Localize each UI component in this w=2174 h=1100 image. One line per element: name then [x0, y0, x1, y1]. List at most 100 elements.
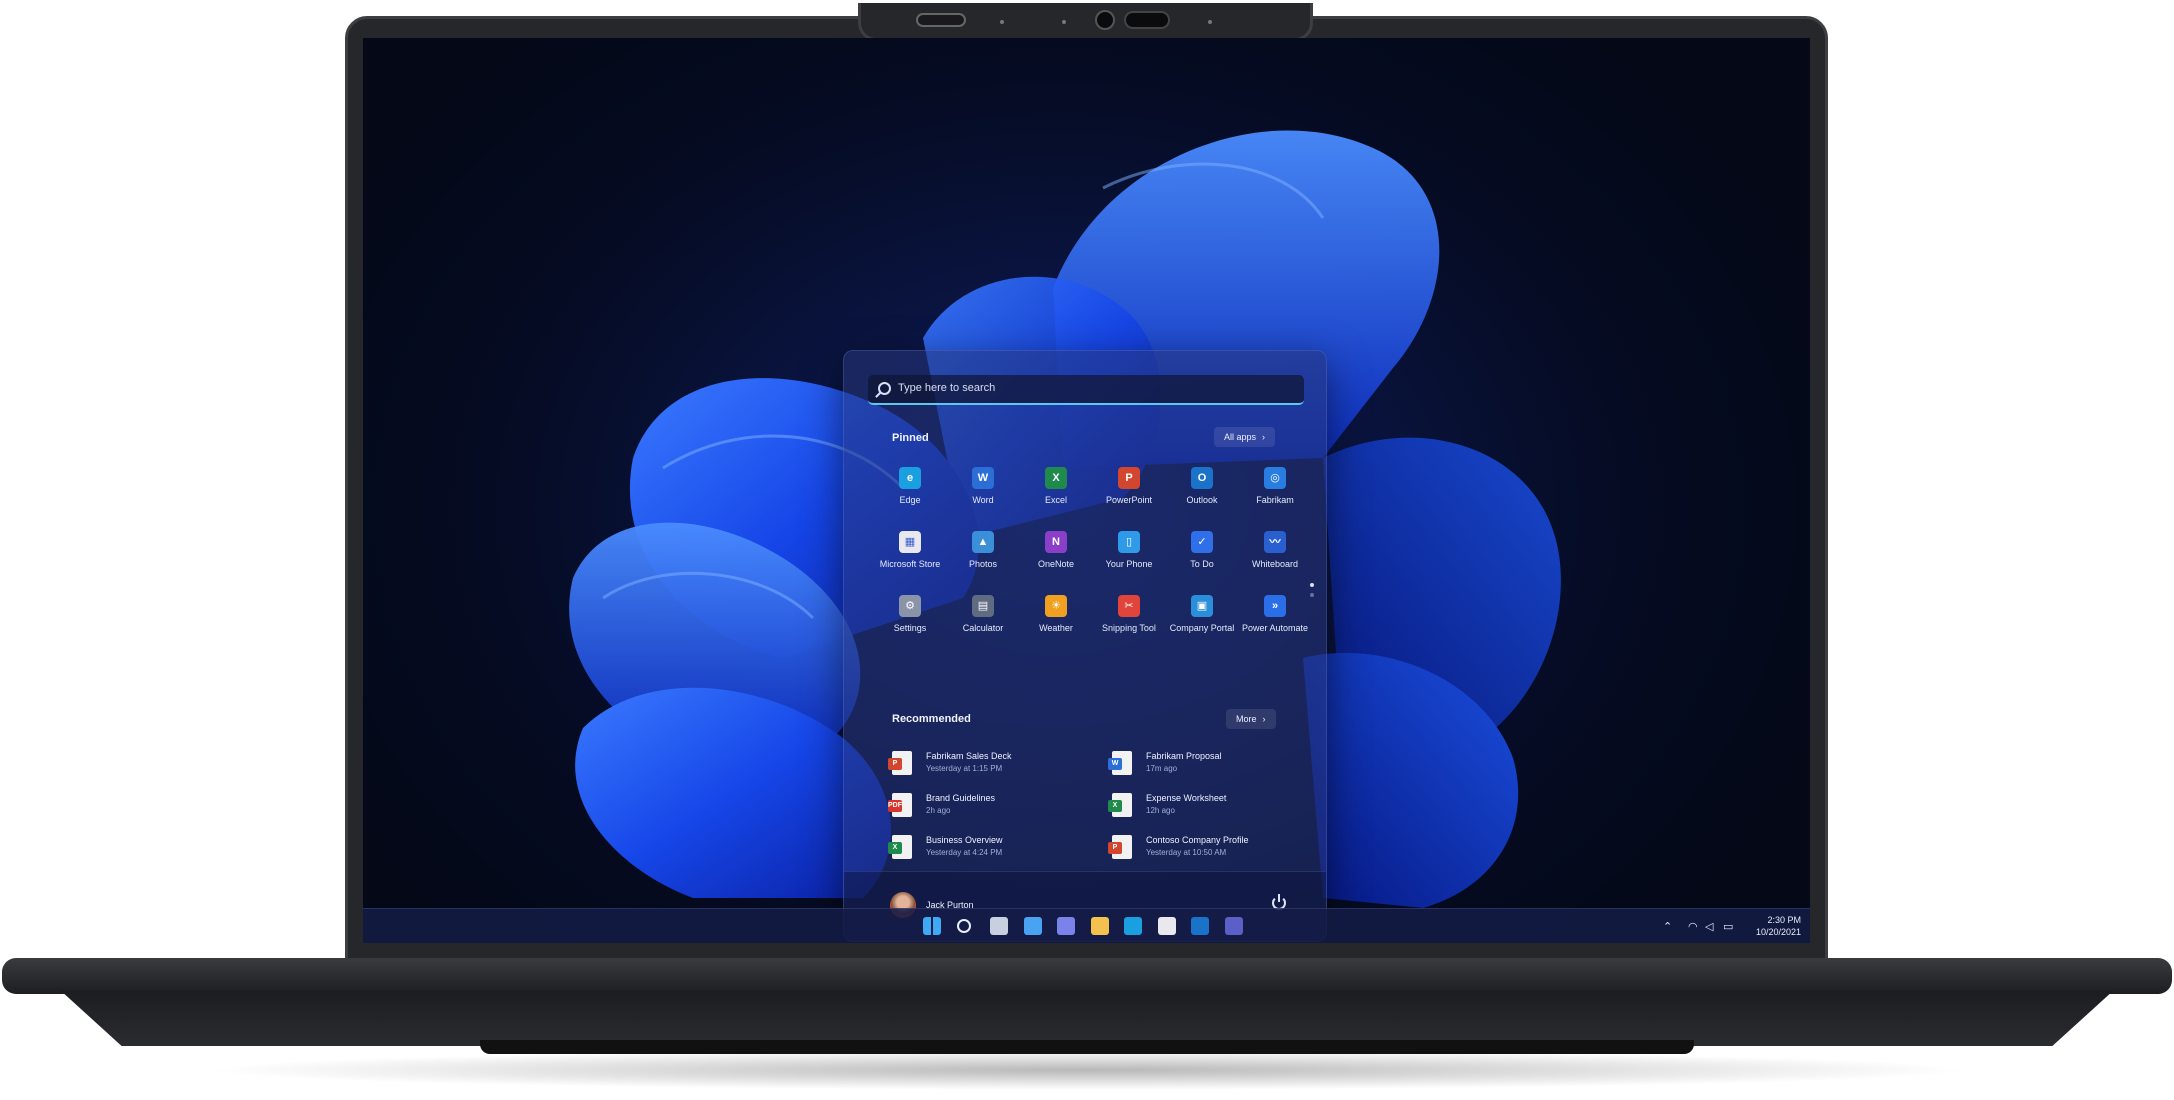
recommended-item-name: Fabrikam Sales Deck — [926, 751, 1012, 761]
pinned-app-onenote[interactable]: N OneNote — [1020, 527, 1092, 587]
taskbar-edge-icon[interactable] — [1124, 917, 1142, 935]
taskbar-start-icon[interactable] — [923, 917, 941, 935]
pinned-app-microsoft-store[interactable]: ▦ Microsoft Store — [874, 527, 946, 587]
photos-icon: ▲ — [972, 531, 994, 553]
page-indicator-dot[interactable] — [1310, 593, 1314, 597]
snipping-tool-icon: ✂ — [1118, 595, 1140, 617]
powerpoint-file-icon: P — [888, 751, 912, 775]
recommended-item-name: Business Overview — [926, 835, 1003, 845]
phone-icon: ▯ — [1118, 531, 1140, 553]
laptop-base — [2, 958, 2172, 994]
pinned-app-label: Power Automate — [1241, 623, 1309, 633]
whiteboard-icon: 〰 — [1264, 531, 1286, 553]
recommended-item[interactable]: PDF Brand Guidelines 2h ago — [888, 791, 1102, 825]
recommended-item[interactable]: P Contoso Company Profile Yesterday at 10:… — [1108, 833, 1322, 867]
pinned-app-your-phone[interactable]: ▯ Your Phone — [1093, 527, 1165, 587]
outlook-icon: O — [1191, 467, 1213, 489]
taskbar-task-view-icon[interactable] — [990, 917, 1008, 935]
battery-icon[interactable]: ▭ — [1723, 920, 1733, 933]
calculator-icon: ▤ — [972, 595, 994, 617]
pinned-app-label: Photos — [968, 559, 998, 569]
pinned-app-excel[interactable]: X Excel — [1020, 463, 1092, 523]
chevron-right-icon: › — [1262, 714, 1266, 724]
file-type-badge: W — [1108, 758, 1122, 770]
pinned-app-label: Whiteboard — [1251, 559, 1299, 569]
pinned-app-label: Your Phone — [1105, 559, 1153, 569]
powerpoint-icon: P — [1118, 467, 1140, 489]
taskbar-outlook-icon[interactable] — [1191, 917, 1209, 935]
chevron-up-icon[interactable]: ⌃ — [1663, 920, 1672, 933]
pinned-app-label: Company Portal — [1169, 623, 1235, 633]
laptop-shadow — [200, 1050, 1974, 1090]
recommended-item-time: Yesterday at 10:50 AM — [1146, 848, 1227, 857]
chevron-right-icon: › — [1262, 432, 1266, 442]
volume-icon[interactable]: ◁ — [1705, 920, 1713, 933]
file-type-badge: X — [1108, 800, 1122, 812]
edge-icon: e — [899, 467, 921, 489]
pinned-app-word[interactable]: W Word — [947, 463, 1019, 523]
taskbar: ⌃ ◠ ◁ ▭ 2:30 PM 10/20/2021 — [363, 908, 1810, 943]
fabrikam-icon: ◎ — [1264, 467, 1286, 489]
onenote-icon: N — [1045, 531, 1067, 553]
recommended-item[interactable]: P Fabrikam Sales Deck Yesterday at 1:15 PM — [888, 749, 1102, 783]
company-portal-icon: ▣ — [1191, 595, 1213, 617]
pinned-app-label: Weather — [1039, 623, 1073, 633]
taskbar-store-icon[interactable] — [1157, 917, 1176, 935]
sensor-dot — [1062, 20, 1066, 24]
recommended-item[interactable]: X Business Overview Yesterday at 4:24 PM — [888, 833, 1102, 867]
recommended-item-time: Yesterday at 4:24 PM — [926, 848, 1003, 857]
clock-time[interactable]: 2:30 PM — [1753, 915, 1801, 925]
file-type-badge: X — [888, 842, 902, 854]
excel-icon: X — [1045, 467, 1067, 489]
pinned-app-fabrikam[interactable]: ◎ Fabrikam — [1239, 463, 1311, 523]
more-button[interactable]: More › — [1226, 709, 1276, 729]
pinned-app-edge[interactable]: e Edge — [874, 463, 946, 523]
taskbar-search-icon[interactable] — [956, 919, 971, 933]
store-icon: ▦ — [899, 531, 921, 553]
recommended-item-name: Fabrikam Proposal — [1146, 751, 1222, 761]
pinned-app-outlook[interactable]: O Outlook — [1166, 463, 1238, 523]
taskbar-file-explorer-icon[interactable] — [1090, 917, 1109, 935]
pinned-app-whiteboard[interactable]: 〰 Whiteboard — [1239, 527, 1311, 587]
settings-icon: ⚙ — [899, 595, 921, 617]
recommended-item[interactable]: X Expense Worksheet 12h ago — [1108, 791, 1322, 825]
ir-sensor — [1124, 11, 1170, 29]
recommended-item-time: 12h ago — [1146, 806, 1175, 815]
power-automate-icon: » — [1264, 595, 1286, 617]
pinned-app-label: Outlook — [1186, 495, 1218, 505]
pdf-file-icon: PDF — [888, 793, 912, 817]
pinned-app-to-do[interactable]: ✓ To Do — [1166, 527, 1238, 587]
all-apps-button[interactable]: All apps › — [1214, 427, 1276, 447]
sensor-dot — [1000, 20, 1004, 24]
laptop-base-front — [60, 990, 2114, 1046]
excel-file-icon: X — [888, 835, 912, 859]
pinned-app-calculator[interactable]: ▤ Calculator — [947, 591, 1019, 651]
pinned-app-photos[interactable]: ▲ Photos — [947, 527, 1019, 587]
clock-date[interactable]: 10/20/2021 — [1753, 927, 1801, 937]
taskbar-teams-chat-icon[interactable] — [1057, 917, 1075, 935]
wifi-icon[interactable]: ◠ — [1688, 920, 1698, 933]
pinned-app-company-portal[interactable]: ▣ Company Portal — [1166, 591, 1238, 651]
page-indicator-dot[interactable] — [1310, 583, 1314, 587]
search-icon — [878, 382, 891, 395]
taskbar-teams-icon[interactable] — [1224, 917, 1243, 935]
pinned-app-powerpoint[interactable]: P PowerPoint — [1093, 463, 1165, 523]
pinned-app-weather[interactable]: ☀ Weather — [1020, 591, 1092, 651]
taskbar-widgets-icon[interactable] — [1023, 917, 1042, 935]
webcam-lens — [1095, 10, 1115, 30]
recommended-item-time: 17m ago — [1146, 764, 1178, 773]
excel-file-icon: X — [1108, 793, 1132, 817]
pinned-app-label: PowerPoint — [1105, 495, 1153, 505]
word-file-icon: W — [1108, 751, 1132, 775]
powerpoint-file-icon: P — [1108, 835, 1132, 859]
recommended-title: Recommended — [892, 713, 971, 725]
recommended-item-name: Contoso Company Profile — [1146, 835, 1249, 845]
pinned-app-power-automate[interactable]: » Power Automate — [1239, 591, 1311, 651]
search-box[interactable]: Type here to search — [868, 375, 1304, 405]
pinned-app-label: To Do — [1190, 559, 1214, 569]
search-input[interactable]: Type here to search — [898, 382, 995, 394]
pinned-app-snipping-tool[interactable]: ✂ Snipping Tool — [1093, 591, 1165, 651]
recommended-item[interactable]: W Fabrikam Proposal 17m ago — [1108, 749, 1322, 783]
pinned-app-settings[interactable]: ⚙ Settings — [874, 591, 946, 651]
pinned-app-label: Snipping Tool — [1102, 623, 1156, 633]
